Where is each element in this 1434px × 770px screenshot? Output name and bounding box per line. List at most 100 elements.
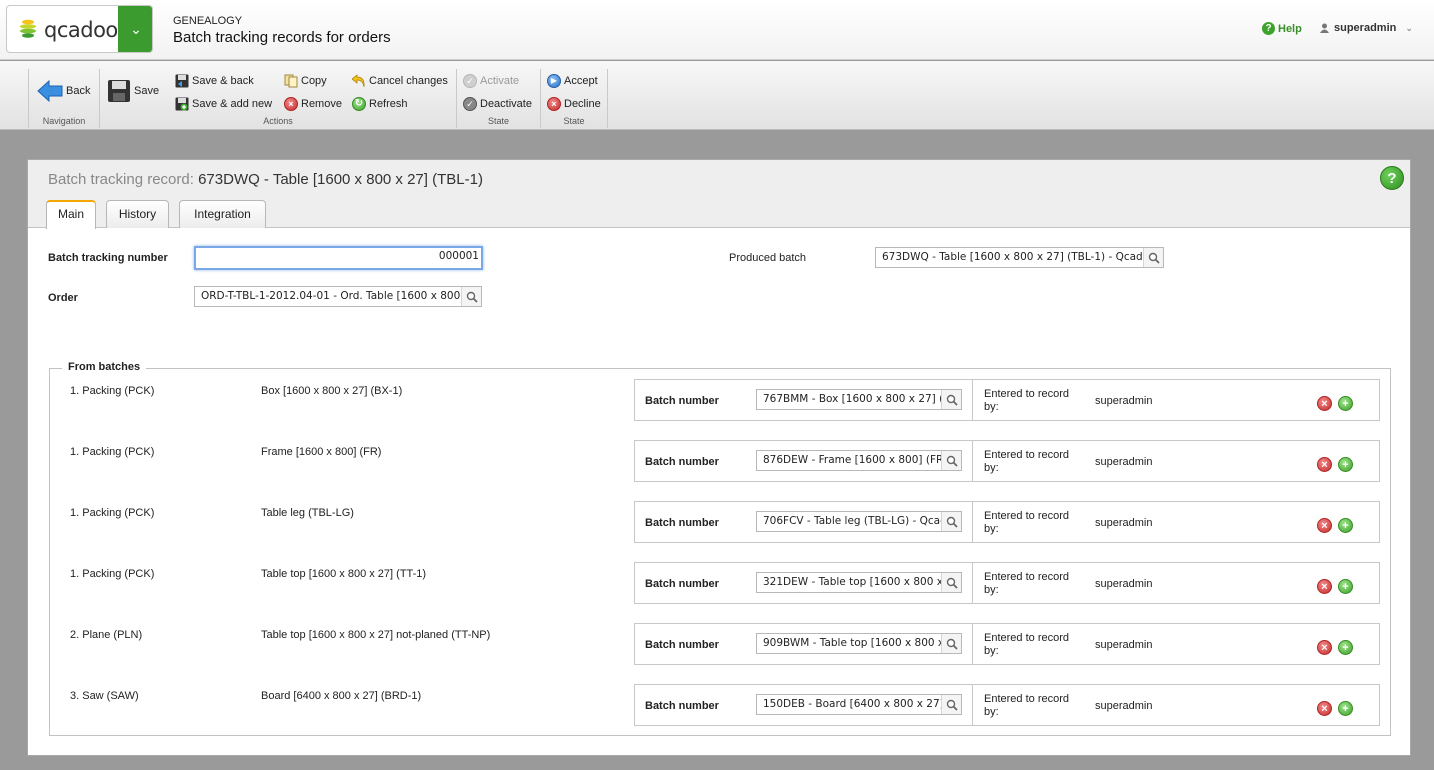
order-lookup-field[interactable]: ORD-T-TBL-1-2012.04-01 - Ord. Table [160…: [194, 286, 482, 307]
batch-number-lookup-field[interactable]: 876DEW - Frame [1600 x 800] (FR): [756, 450, 962, 471]
remove-row-icon[interactable]: ×: [1317, 457, 1332, 472]
operation-name: 1. Packing (PCK): [70, 446, 155, 458]
remove-button[interactable]: × Remove: [284, 97, 342, 111]
from-batch-row: 1. Packing (PCK) Table top [1600 x 800 x…: [50, 562, 1390, 623]
cancel-changes-label: Cancel changes: [369, 75, 448, 87]
order-label: Order: [48, 292, 78, 304]
toolbar-group-state-activation: ✓ Activate ✓ Deactivate State: [457, 69, 541, 128]
record-panel: Batch tracking record: 673DWQ - Table [1…: [27, 159, 1411, 756]
copy-label: Copy: [301, 75, 327, 87]
back-label: Back: [66, 85, 91, 97]
add-row-icon[interactable]: +: [1338, 457, 1353, 472]
save-button[interactable]: Save: [107, 79, 159, 103]
batch-number-value: 876DEW - Frame [1600 x 800] (FR): [763, 454, 948, 466]
produced-batch-lookup-button[interactable]: [1143, 248, 1163, 267]
batch-number-value: 150DEB - Board [6400 x 800 x 27] (BRD-1): [763, 698, 961, 710]
batch-number-lookup-field[interactable]: 150DEB - Board [6400 x 800 x 27] (BRD-1): [756, 694, 962, 715]
navigation-group-label: Navigation: [42, 116, 86, 126]
chevron-down-icon: ⌄: [130, 21, 142, 37]
produced-batch-lookup-field[interactable]: 673DWQ - Table [1600 x 800 x 27] (TBL-1)…: [875, 247, 1164, 268]
order-value: ORD-T-TBL-1-2012.04-01 - Ord. Table [160…: [201, 290, 482, 302]
batch-entry-box: Batch number 706FCV - Table leg (TBL-LG)…: [634, 501, 1380, 543]
batch-number-lookup-button[interactable]: [941, 390, 961, 409]
entered-by-label: Entered to record by:: [984, 693, 1069, 718]
save-add-new-button[interactable]: Save & add new: [175, 97, 272, 111]
remove-row-icon[interactable]: ×: [1317, 640, 1332, 655]
help-link[interactable]: ? Help: [1262, 22, 1302, 35]
add-row-icon[interactable]: +: [1338, 396, 1353, 411]
batch-number-lookup-field[interactable]: 706FCV - Table leg (TBL-LG) - Qcadoo: [756, 511, 962, 532]
accept-button[interactable]: ▶ Accept: [547, 74, 598, 88]
main-menu-button[interactable]: ⌄: [118, 6, 152, 52]
batch-number-lookup-field[interactable]: 767BMM - Box [1600 x 800 x 27] (BX-1): [756, 389, 962, 410]
decline-button[interactable]: × Decline: [547, 97, 601, 111]
refresh-button[interactable]: ↻ Refresh: [352, 97, 408, 111]
entered-by-label: Entered to record by:: [984, 632, 1069, 657]
record-title-label: Batch tracking record:: [48, 171, 194, 188]
add-row-icon[interactable]: +: [1338, 640, 1353, 655]
user-menu[interactable]: superadmin ⌄: [1320, 22, 1413, 34]
produced-batch-value: 673DWQ - Table [1600 x 800 x 27] (TBL-1)…: [882, 251, 1156, 263]
batch-number-lookup-button[interactable]: [941, 512, 961, 531]
from-batch-row: 3. Saw (SAW) Board [6400 x 800 x 27] (BR…: [50, 684, 1390, 745]
product-name: Box [1600 x 800 x 27] (BX-1): [261, 385, 403, 397]
operation-name: 3. Saw (SAW): [70, 690, 139, 702]
operation-name: 1. Packing (PCK): [70, 568, 155, 580]
breadcrumb-section: GENEALOGY: [173, 15, 243, 27]
app-header: qcadoo ⌄ GENEALOGY Batch tracking record…: [0, 0, 1434, 60]
add-row-icon[interactable]: +: [1338, 579, 1353, 594]
batch-number-lookup-button[interactable]: [941, 634, 961, 653]
remove-row-icon[interactable]: ×: [1317, 396, 1332, 411]
batch-number-lookup-field[interactable]: 909BWM - Table top [1600 x 800 x 27] not…: [756, 633, 962, 654]
decline-icon: ×: [547, 97, 561, 111]
decline-label: Decline: [564, 98, 601, 110]
batch-tracking-number-input[interactable]: 000001: [194, 246, 483, 270]
cancel-changes-button[interactable]: Cancel changes: [352, 74, 448, 88]
save-label: Save: [134, 85, 160, 97]
copy-button[interactable]: Copy: [284, 74, 327, 88]
entered-by-user: superadmin: [1095, 578, 1153, 590]
product-name: Table top [1600 x 800 x 27] (TT-1): [261, 568, 427, 580]
remove-row-icon[interactable]: ×: [1317, 701, 1332, 716]
deactivate-label: Deactivate: [480, 98, 532, 110]
batch-number-value: 706FCV - Table leg (TBL-LG) - Qcadoo: [763, 515, 960, 527]
toolbar: Back Navigation Save Save & back Save & …: [0, 61, 1434, 130]
deactivate-button[interactable]: ✓ Deactivate: [463, 97, 532, 111]
batch-number-value: 767BMM - Box [1600 x 800 x 27] (BX-1): [763, 393, 962, 405]
tab-main[interactable]: Main: [46, 200, 96, 229]
user-name: superadmin: [1334, 22, 1397, 34]
back-button[interactable]: Back: [37, 80, 90, 102]
activate-label: Activate: [480, 75, 520, 87]
save-back-button[interactable]: Save & back: [175, 74, 254, 88]
search-icon: [466, 291, 478, 303]
record-title-value: 673DWQ - Table [1600 x 800 x 27] (TBL-1): [198, 171, 483, 188]
logo[interactable]: qcadoo ⌄: [6, 5, 153, 53]
batch-number-lookup-button[interactable]: [941, 695, 961, 714]
operation-name: 1. Packing (PCK): [70, 507, 155, 519]
batch-entry-box: Batch number 321DEW - Table top [1600 x …: [634, 562, 1380, 604]
from-batches-fieldset: From batches 1. Packing (PCK) Box [1600 …: [49, 361, 1391, 736]
toolbar-group-state-approval: ▶ Accept × Decline State: [541, 69, 608, 128]
search-icon: [946, 577, 958, 589]
batch-number-lookup-button[interactable]: [941, 451, 961, 470]
activate-button[interactable]: ✓ Activate: [463, 74, 519, 88]
add-row-icon[interactable]: +: [1338, 701, 1353, 716]
save-back-icon: [175, 74, 189, 88]
remove-row-icon[interactable]: ×: [1317, 579, 1332, 594]
order-lookup-button[interactable]: [461, 287, 481, 306]
batch-entry-box: Batch number 909BWM - Table top [1600 x …: [634, 623, 1380, 665]
add-row-icon[interactable]: +: [1338, 518, 1353, 533]
remove-row-icon[interactable]: ×: [1317, 518, 1332, 533]
separator: [972, 380, 973, 421]
search-icon: [946, 516, 958, 528]
panel-help-icon[interactable]: ?: [1380, 166, 1404, 190]
produced-batch-label: Produced batch: [729, 252, 807, 264]
batch-number-label: Batch number: [645, 517, 719, 529]
tab-history[interactable]: History: [106, 200, 169, 228]
deactivate-icon: ✓: [463, 97, 477, 111]
batch-number-lookup-button[interactable]: [941, 573, 961, 592]
search-icon: [946, 699, 958, 711]
from-batch-row: 1. Packing (PCK) Box [1600 x 800 x 27] (…: [50, 379, 1390, 440]
tab-integration[interactable]: Integration: [179, 200, 266, 228]
batch-number-lookup-field[interactable]: 321DEW - Table top [1600 x 800 x 27] (TT…: [756, 572, 962, 593]
